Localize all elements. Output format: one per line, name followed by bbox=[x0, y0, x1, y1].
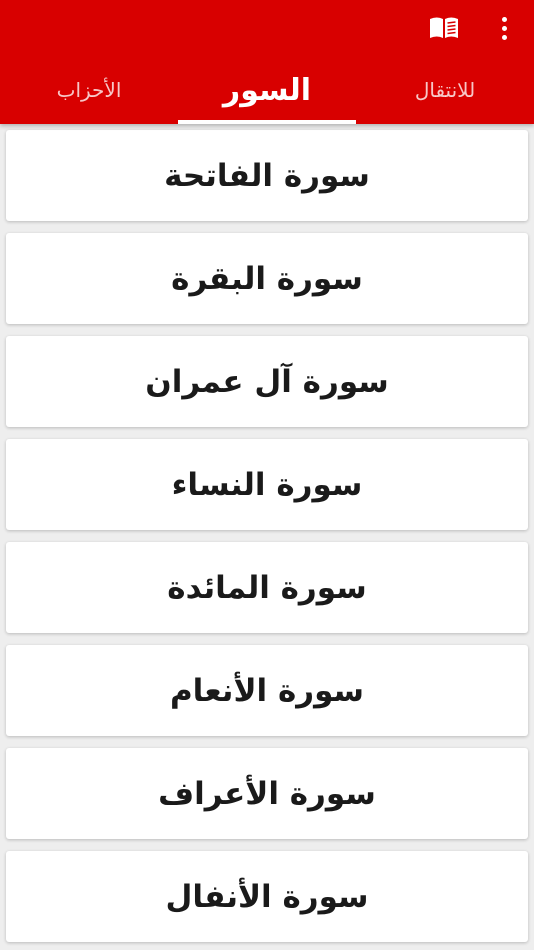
surah-card[interactable]: سورة الأنفال bbox=[6, 851, 528, 942]
tab-navigate[interactable]: للانتقال bbox=[356, 56, 534, 124]
app-root: الأحزاب السور للانتقال سورة الفاتحة سورة… bbox=[0, 0, 534, 950]
surah-name: سورة آل عمران bbox=[145, 363, 389, 400]
surah-card[interactable]: سورة المائدة bbox=[6, 542, 528, 633]
surah-card[interactable]: سورة البقرة bbox=[6, 233, 528, 324]
surah-card[interactable]: سورة آل عمران bbox=[6, 336, 528, 427]
surah-card[interactable]: سورة الفاتحة bbox=[6, 130, 528, 221]
book-button[interactable] bbox=[424, 10, 464, 46]
tab-bar: الأحزاب السور للانتقال bbox=[0, 56, 534, 124]
surah-name: سورة الأنفال bbox=[165, 878, 369, 915]
surah-name: سورة الأعراف bbox=[158, 775, 376, 812]
surah-name: سورة المائدة bbox=[167, 569, 367, 606]
surah-name: سورة النساء bbox=[171, 466, 363, 503]
surah-name: سورة الفاتحة bbox=[164, 157, 370, 194]
open-book-icon bbox=[430, 17, 458, 38]
tab-surahs[interactable]: السور bbox=[178, 56, 356, 124]
overflow-menu-button[interactable] bbox=[484, 10, 524, 46]
surah-name: سورة البقرة bbox=[171, 260, 363, 297]
surah-card[interactable]: سورة الأنعام bbox=[6, 645, 528, 736]
surah-list: سورة الفاتحة سورة البقرة سورة آل عمران س… bbox=[0, 124, 534, 950]
surah-card[interactable]: سورة الأعراف bbox=[6, 748, 528, 839]
app-bar: الأحزاب السور للانتقال bbox=[0, 0, 534, 124]
overflow-menu-icon bbox=[501, 16, 507, 40]
tab-hizb[interactable]: الأحزاب bbox=[0, 56, 178, 124]
surah-name: سورة الأنعام bbox=[169, 672, 365, 709]
surah-card[interactable]: سورة النساء bbox=[6, 439, 528, 530]
